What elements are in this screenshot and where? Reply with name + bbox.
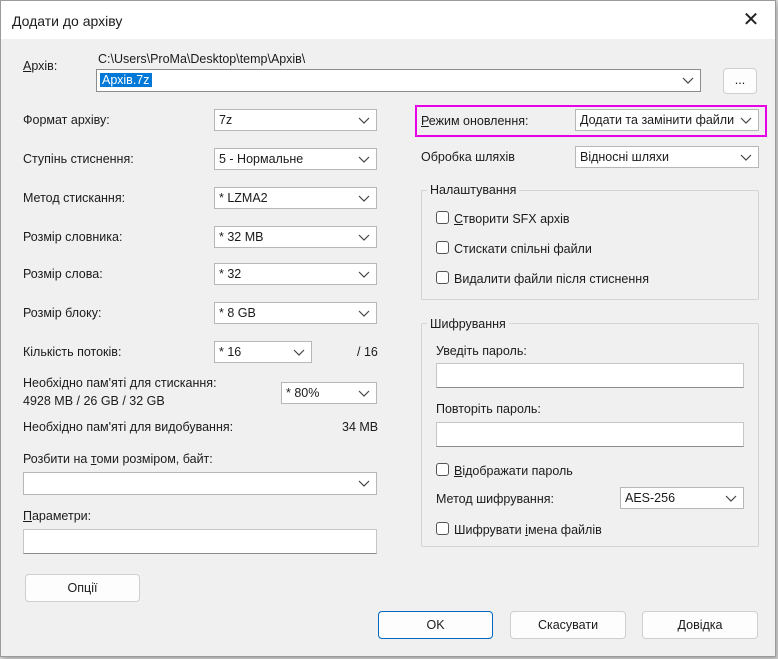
chevron-down-icon [358,195,370,202]
chevron-down-icon [293,349,305,356]
browse-button[interactable]: ... [723,68,757,94]
block-size-label: Розмір блоку: [23,306,102,320]
encryption-method-label: Метод шифрування: [436,492,554,506]
level-label: Ступінь стиснення: [23,152,134,166]
format-value: 7z [219,113,233,127]
encrypt-names-checkbox[interactable] [436,522,449,535]
delete-after-checkbox[interactable] [436,271,449,284]
sfx-label[interactable]: Створити SFX архів [454,212,570,226]
chevron-down-icon [358,480,370,487]
parameters-label: Параметри: [23,509,92,523]
memory-decompress-label: Необхідно пам'яті для видобування: [23,420,234,434]
chevron-down-icon [740,154,752,161]
level-value: 5 - Нормальне [219,152,304,166]
chevron-down-icon [358,390,370,397]
repeat-password-input[interactable] [436,422,744,447]
help-button[interactable]: Довідка [642,611,758,639]
close-icon[interactable]: ✕ [737,7,765,33]
threads-max: / 16 [357,345,378,359]
chevron-down-icon [358,234,370,241]
repeat-password-label: Повторіть пароль: [436,402,541,416]
show-password-label[interactable]: Відображати пароль [454,464,573,478]
add-to-archive-dialog: Додати до архіву ✕ Архів: C:\Users\ProMa… [0,0,776,657]
memory-decompress-value: 34 MB [342,420,379,434]
method-label: Метод стискання: [23,191,126,205]
options-button[interactable]: Опції [25,574,140,602]
delete-after-label[interactable]: Видалити файли після стиснення [454,272,649,286]
cancel-button[interactable]: Скасувати [510,611,626,639]
archive-label: Архів: [23,59,58,73]
archive-name-combobox[interactable]: Архів.7z [96,69,701,92]
update-mode-value: Додати та замінити файли [580,113,735,127]
memory-usage-value: * 80% [286,386,320,400]
memory-compress-label: Необхідно пам'яті для стискання: [23,376,217,390]
chevron-down-icon [358,310,370,317]
chevron-down-icon [725,495,737,502]
password-input[interactable] [436,363,744,388]
path-mode-select[interactable]: Відносні шляхи [575,146,759,168]
encrypt-names-label[interactable]: Шифрувати імена файлів [454,523,602,537]
level-select[interactable]: 5 - Нормальне [214,148,377,170]
memory-compress-detail: 4928 MB / 26 GB / 32 GB [23,394,165,408]
ok-button[interactable]: OK [378,611,493,639]
settings-group-title: Налаштування [427,183,520,197]
threads-label: Кількість потоків: [23,345,122,359]
memory-usage-select[interactable]: * 80% [281,382,377,404]
dialog-title: Додати до архіву [12,13,123,29]
word-size-select[interactable]: * 32 [214,263,377,285]
split-volumes-label: Розбити на томи розміром, байт: [23,452,213,466]
dictionary-label: Розмір словника: [23,230,123,244]
update-mode-select[interactable]: Додати та замінити файли [575,109,759,131]
update-mode-label: Режим оновлення: [421,114,529,128]
threads-select[interactable]: * 16 [214,341,312,363]
chevron-down-icon[interactable] [682,75,694,85]
compress-shared-checkbox[interactable] [436,241,449,254]
encryption-method-value: AES-256 [625,491,676,505]
threads-value: * 16 [219,345,242,359]
compress-shared-label[interactable]: Стискати спільні файли [454,242,592,256]
chevron-down-icon [358,271,370,278]
chevron-down-icon [358,156,370,163]
dictionary-select[interactable]: * 32 MB [214,226,377,248]
dictionary-value: * 32 MB [219,230,264,244]
show-password-checkbox[interactable] [436,463,449,476]
path-mode-value: Відносні шляхи [580,150,669,164]
chevron-down-icon [358,117,370,124]
method-value: * LZMA2 [219,191,268,205]
block-size-select[interactable]: * 8 GB [214,302,377,324]
encryption-group-title: Шифрування [427,317,509,331]
archive-path: C:\Users\ProMa\Desktop\temp\Архів\ [98,52,306,66]
block-size-value: * 8 GB [219,306,256,320]
sfx-checkbox[interactable] [436,211,449,224]
parameters-input[interactable] [23,529,377,554]
archive-name-text[interactable]: Архів.7z [100,73,152,87]
word-size-value: * 32 [219,267,242,281]
enter-password-label: Уведіть пароль: [436,344,527,358]
word-size-label: Розмір слова: [23,267,103,281]
format-select[interactable]: 7z [214,109,377,131]
method-select[interactable]: * LZMA2 [214,187,377,209]
path-mode-label: Обробка шляхів [421,150,515,164]
encryption-method-select[interactable]: AES-256 [620,487,744,509]
format-label: Формат архіву: [23,113,110,127]
title-bar: Додати до архіву ✕ [1,1,775,39]
split-volumes-combobox[interactable] [23,472,377,495]
chevron-down-icon [740,117,752,124]
